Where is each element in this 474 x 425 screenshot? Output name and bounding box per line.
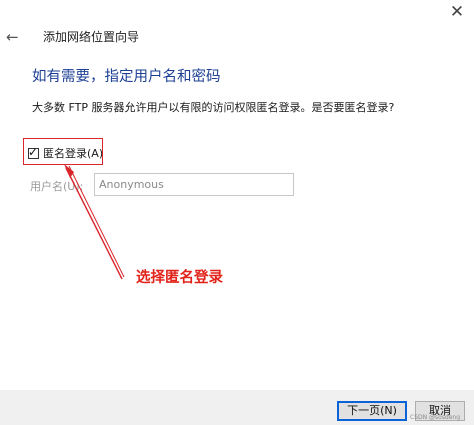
watermark: CSDN @sosdeng [410,414,461,421]
username-input[interactable] [94,173,294,196]
annotation-highlight-box [23,138,103,165]
username-label: 用户名(U): [30,180,84,193]
close-icon[interactable]: ✕ [440,0,474,26]
next-page-button[interactable]: 下一页(N) [337,401,407,421]
annotation-arrow [64,164,125,280]
annotation-arrow-head [64,164,74,178]
page-description: 大多数 FTP 服务器允许用户以有限的访问权限匿名登录。是否要匿名登录? [32,101,395,114]
annotation-text: 选择匿名登录 [136,270,223,286]
back-arrow-icon[interactable]: ← [6,27,22,47]
window-title: 添加网络位置向导 [43,30,140,44]
page-heading: 如有需要，指定用户名和密码 [32,69,221,85]
